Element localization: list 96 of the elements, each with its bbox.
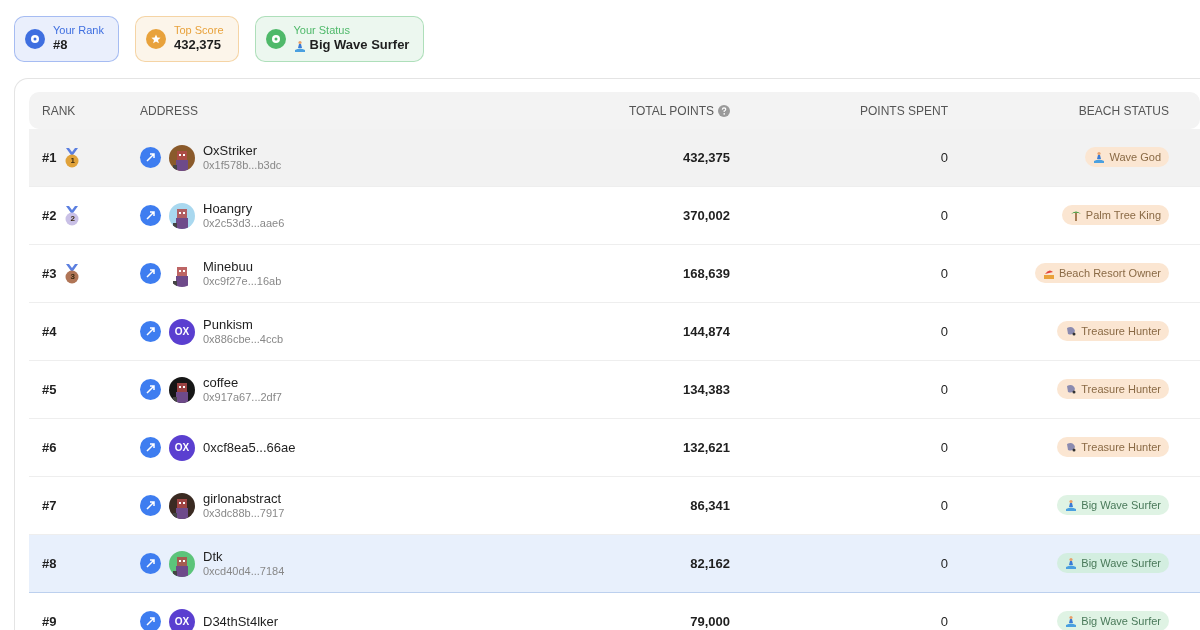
- points-spent: 0: [939, 380, 948, 399]
- status-tag: Treasure Hunter: [1057, 378, 1169, 400]
- rank-number: #8: [42, 554, 57, 573]
- status-tag: Wave God: [1085, 146, 1169, 168]
- user-name: Hoangry: [203, 200, 254, 217]
- points-spent: 0: [939, 322, 948, 341]
- external-link-icon: [146, 269, 155, 279]
- external-link-icon: [146, 617, 155, 627]
- points-spent: 0: [939, 148, 948, 167]
- medal-number: 2: [70, 214, 75, 223]
- column-header: ADDRESS: [140, 103, 198, 118]
- column-header: POINTS SPENT: [860, 102, 948, 120]
- surfer-icon: [293, 39, 306, 52]
- rank-number: #2: [42, 206, 57, 225]
- rank-number: #7: [42, 496, 57, 515]
- total-points: 144,874: [682, 322, 730, 341]
- user-name: 0xcf8ea5...66ae: [203, 439, 296, 456]
- medal-number: 3: [70, 272, 75, 281]
- external-link-button[interactable]: [140, 147, 161, 169]
- user-name: OxStriker: [203, 142, 259, 159]
- shell-icon: [1065, 440, 1078, 453]
- avatar: OX: [169, 318, 195, 345]
- external-link-icon: [146, 327, 155, 337]
- external-link-button[interactable]: [140, 611, 161, 630]
- column-header: RANK: [42, 103, 76, 118]
- external-link-button[interactable]: [140, 437, 161, 459]
- rank-number: #1: [42, 148, 57, 167]
- external-link-button[interactable]: [140, 205, 161, 227]
- rank-number: #3: [42, 264, 57, 283]
- help-icon: [718, 104, 730, 117]
- total-points: 134,383: [682, 380, 730, 399]
- total-points: 79,000: [689, 612, 730, 630]
- rank-number: #4: [42, 322, 57, 341]
- status-tag: Treasure Hunter: [1057, 436, 1169, 458]
- points-spent: 0: [939, 612, 948, 630]
- wallet-address: 0x917a67...2df7: [203, 390, 282, 405]
- column-header: BEACH STATUS: [1078, 102, 1169, 120]
- points-spent: 0: [939, 264, 948, 283]
- shell-icon: [1065, 382, 1078, 395]
- avatar: OX: [169, 434, 195, 461]
- status-tag: Big Wave Surfer: [1057, 494, 1169, 516]
- total-points: 370,002: [682, 206, 730, 225]
- rank-number: #6: [42, 438, 57, 457]
- medal-number: 1: [70, 156, 75, 165]
- total-points: 168,639: [682, 264, 730, 283]
- external-link-button[interactable]: [140, 495, 161, 517]
- card-value: Big Wave Surfer: [309, 37, 410, 55]
- card-value: 432,375: [173, 37, 221, 55]
- status-tag: Big Wave Surfer: [1057, 552, 1169, 574]
- external-link-icon: [146, 559, 155, 569]
- total-points: 132,621: [682, 438, 730, 457]
- points-spent: 0: [939, 206, 948, 225]
- points-spent: 0: [939, 438, 948, 457]
- user-name: girlonabstract: [203, 490, 283, 507]
- status-tag: Beach Resort Owner: [1034, 262, 1169, 284]
- user-name: Dtk: [203, 548, 224, 565]
- points-spent: 0: [939, 496, 948, 515]
- user-name: Minebuu: [203, 258, 254, 275]
- user-name: coffee: [203, 374, 240, 391]
- shell-icon: [1065, 324, 1078, 337]
- total-points: 82,162: [689, 554, 730, 573]
- surfer-icon: [1065, 556, 1078, 569]
- total-points: 86,341: [689, 496, 730, 515]
- points-spent: 0: [939, 554, 948, 573]
- external-link-icon: [146, 211, 155, 221]
- wallet-address: 0xc9f27e...16ab: [203, 274, 282, 289]
- total-points: 432,375: [682, 148, 730, 167]
- wallet-address: 0x3dc88b...7917: [203, 506, 285, 521]
- status-tag: Treasure Hunter: [1057, 320, 1169, 342]
- external-link-button[interactable]: [140, 321, 161, 343]
- external-link-icon: [146, 385, 155, 395]
- status-tag: Palm Tree King: [1061, 204, 1169, 226]
- external-link-button[interactable]: [140, 263, 161, 285]
- status-tag: Big Wave Surfer: [1057, 610, 1169, 630]
- surfer-icon: [1093, 150, 1106, 163]
- external-link-icon: [146, 153, 155, 163]
- external-link-icon: [146, 443, 155, 453]
- rank-number: #9: [42, 612, 57, 630]
- card-label: Your Rank: [53, 24, 104, 38]
- user-name: D34thSt4lker: [203, 613, 279, 630]
- surfer-icon: [1065, 614, 1078, 627]
- avatar: OX: [169, 608, 195, 630]
- wallet-address: 0x2c53d3...aae6: [203, 216, 285, 231]
- rank-number: #5: [42, 380, 57, 399]
- wallet-address: 0x1f578b...b3dc: [203, 158, 282, 173]
- wallet-address: 0xcd40d4...7184: [203, 564, 285, 579]
- external-link-button[interactable]: [140, 379, 161, 401]
- external-link-button[interactable]: [140, 553, 161, 575]
- surfer-icon: [1065, 498, 1078, 511]
- wallet-address: 0x886cbe...4ccb: [203, 332, 284, 347]
- user-name: Punkism: [203, 316, 254, 333]
- card-label: Your Status: [293, 24, 351, 38]
- column-header: TOTAL POINTS: [628, 102, 714, 120]
- external-link-icon: [146, 501, 155, 511]
- card-value: #8: [53, 37, 68, 55]
- card-label: Top Score: [173, 24, 224, 38]
